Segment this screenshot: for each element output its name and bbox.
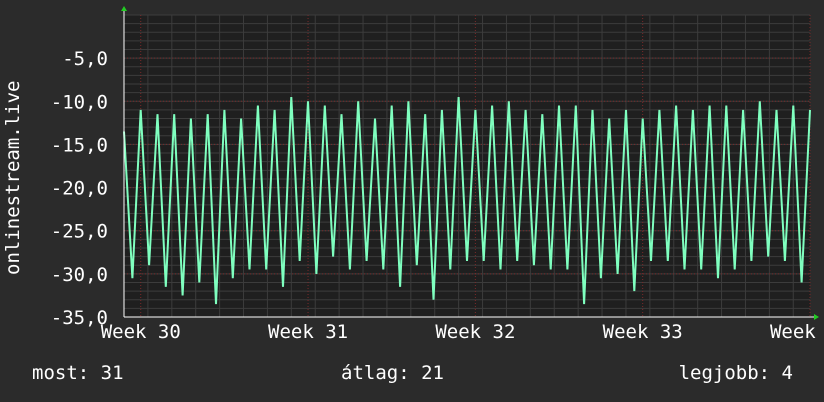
x-axis-ticks: Week 30 Week 31 Week 32 Week 33 Week 34 — [101, 321, 824, 343]
y-tick-label: -5,0 — [62, 48, 108, 70]
y-tick-label: -20,0 — [51, 178, 108, 200]
x-tick-label: Week 34 — [770, 321, 824, 343]
x-tick-label: Week 32 — [435, 321, 515, 343]
x-tick-label: Week 31 — [268, 321, 348, 343]
x-tick-label: Week 30 — [101, 321, 181, 343]
y-tick-label: -35,0 — [51, 307, 108, 329]
y-axis-ticks: -5,0 -10,0 -15,0 -20,0 -25,0 -30,0 -35,0 — [51, 48, 108, 329]
stat-best: legjobb: 4 — [678, 362, 793, 384]
stat-average: átlag: 21 — [341, 362, 444, 384]
y-tick-label: -10,0 — [51, 91, 108, 113]
x-tick-label: Week 33 — [603, 321, 683, 343]
y-axis-label: onlinestream.live — [2, 81, 24, 275]
y-tick-label: -15,0 — [51, 134, 108, 156]
y-axis-arrow-icon — [121, 6, 127, 11]
y-tick-label: -30,0 — [51, 264, 108, 286]
y-tick-label: -25,0 — [51, 221, 108, 243]
stat-current: most: 31 — [32, 362, 124, 384]
chart: -5,0 -10,0 -15,0 -20,0 -25,0 -30,0 -35,0 Week … — [2, 6, 824, 343]
x-axis-arrow-icon — [814, 314, 819, 320]
